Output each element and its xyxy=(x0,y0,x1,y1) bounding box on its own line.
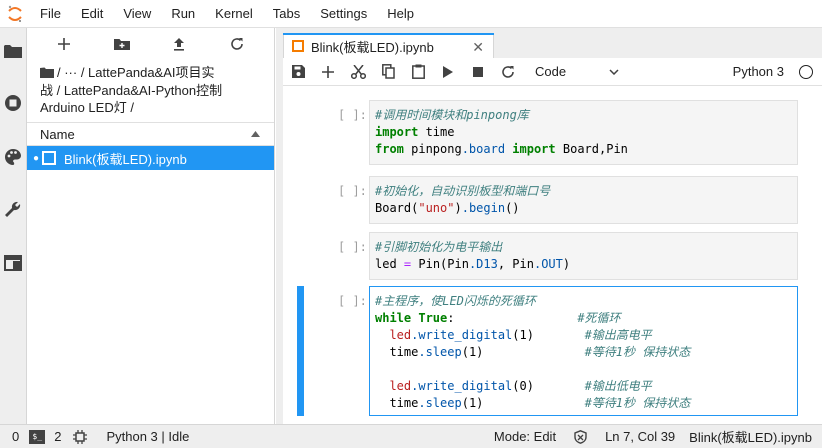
cell-prompt: [ ]: xyxy=(338,240,367,254)
breadcrumb-line-3[interactable]: Arduino LED灯 / xyxy=(40,99,261,116)
folder-icon[interactable] xyxy=(2,40,24,62)
breadcrumb: / ··· / LattePanda&AI项目实 战 / LattePanda&… xyxy=(27,60,274,122)
play-icon xyxy=(443,65,453,78)
copy-button[interactable] xyxy=(373,58,403,86)
menu-run[interactable]: Run xyxy=(161,0,205,28)
kernel-name-button[interactable]: Python 3 xyxy=(733,64,784,79)
copy-icon xyxy=(381,64,395,79)
cell-editor[interactable]: #初始化，自动识别板型和端口号 Board("uno").begin() xyxy=(369,176,798,224)
breadcrumb-line-2[interactable]: 战 / LattePanda&AI-Python控制 xyxy=(40,82,261,99)
notebook-icon xyxy=(292,40,304,52)
file-browser-toolbar xyxy=(27,28,274,60)
new-folder-icon xyxy=(113,38,130,50)
close-icon[interactable]: ✕ xyxy=(472,39,484,56)
kernel-idle-icon xyxy=(799,65,813,79)
palette-icon[interactable] xyxy=(2,146,24,168)
folder-home-icon[interactable] xyxy=(40,65,54,82)
tabs-icon[interactable] xyxy=(2,252,24,274)
cell-editor[interactable]: #调用时间模块和pinpong库 import time from pinpon… xyxy=(369,100,798,165)
menu-file[interactable]: File xyxy=(30,0,71,28)
menu-kernel[interactable]: Kernel xyxy=(205,0,263,28)
stop-icon xyxy=(473,66,483,77)
kernel-count[interactable]: 0 xyxy=(12,429,19,444)
sort-ascending-icon xyxy=(251,131,260,137)
cell-prompt: [ ]: xyxy=(338,294,367,308)
file-name: Blink(板载LED).ipynb xyxy=(64,151,187,167)
notebook-panel[interactable]: [ ]: #调用时间模块和pinpong库 import time from p… xyxy=(283,86,822,424)
tab-blink-notebook[interactable]: Blink(板载LED).ipynb ✕ xyxy=(283,33,494,58)
menu-help[interactable]: Help xyxy=(377,0,424,28)
cut-button[interactable] xyxy=(343,58,373,86)
menu-tabs[interactable]: Tabs xyxy=(263,0,310,28)
restart-kernel-button[interactable] xyxy=(493,58,523,86)
cpu-chip-icon[interactable] xyxy=(73,429,88,444)
upload-button[interactable] xyxy=(167,32,191,56)
save-icon xyxy=(291,65,305,78)
activity-bar xyxy=(0,28,27,424)
wrench-icon[interactable] xyxy=(2,198,24,220)
cell-editor[interactable]: #引脚初始化为电平输出 led = Pin(Pin.D13, Pin.OUT) xyxy=(369,232,798,280)
chevron-down-icon xyxy=(609,68,619,75)
cell-type-select[interactable]: Code xyxy=(535,64,619,79)
refresh-button[interactable] xyxy=(225,32,249,56)
insert-cell-button[interactable] xyxy=(313,58,343,86)
active-cell-indicator xyxy=(297,286,304,416)
terminal-icon[interactable]: $_ xyxy=(29,429,46,444)
save-button[interactable] xyxy=(283,58,313,86)
plus-icon xyxy=(322,65,334,78)
cell-prompt: [ ]: xyxy=(338,184,367,198)
cell-prompt: [ ]: xyxy=(338,108,367,122)
cursor-position[interactable]: Ln 7, Col 39 xyxy=(605,429,675,444)
notebook-toolbar: Code Python 3 xyxy=(283,58,822,86)
interrupt-button[interactable] xyxy=(463,58,493,86)
paste-button[interactable] xyxy=(403,58,433,86)
status-bar: 0 $_ 2 Python 3 | Idle Mode: Edit Ln 7, … xyxy=(0,424,822,448)
cell-type-value: Code xyxy=(535,64,567,79)
menu-bar: File Edit View Run Kernel Tabs Settings … xyxy=(0,0,822,28)
tab-title: Blink(板载LED).ipynb xyxy=(311,39,434,55)
kernel-status-text[interactable]: Python 3 | Idle xyxy=(106,429,189,444)
refresh-icon xyxy=(231,38,243,50)
trusted-shield-icon[interactable] xyxy=(574,429,587,444)
menu-edit[interactable]: Edit xyxy=(71,0,113,28)
new-folder-button[interactable] xyxy=(110,32,134,56)
running-indicator-icon: ● xyxy=(33,152,40,164)
paste-icon xyxy=(411,64,425,79)
column-name-label[interactable]: Name xyxy=(40,127,75,142)
editor-mode: Mode: Edit xyxy=(493,429,557,444)
upload-icon xyxy=(174,38,185,51)
document-tab-bar: Blink(板载LED).ipynb ✕ xyxy=(276,28,822,58)
new-launcher-button[interactable] xyxy=(52,32,76,56)
menu-settings[interactable]: Settings xyxy=(310,0,377,28)
breadcrumb-line-1[interactable]: / ··· / LattePanda&AI项目实 xyxy=(57,65,215,80)
file-list-item[interactable]: ● Blink(板载LED).ipynb xyxy=(27,146,274,170)
jupyter-logo-icon xyxy=(0,0,30,28)
run-button[interactable] xyxy=(433,58,463,86)
refresh-icon xyxy=(502,65,514,78)
scissors-icon xyxy=(350,64,366,79)
cell-editor[interactable]: #主程序，使LED闪烁的死循环 while True: #死循环 led.wri… xyxy=(369,286,798,416)
running-sessions-icon[interactable] xyxy=(2,92,24,114)
plus-icon xyxy=(57,38,70,50)
main-area: Blink(板载LED).ipynb ✕ Code Python 3 []: … xyxy=(276,28,822,424)
notebook-icon xyxy=(42,151,56,165)
menu-view[interactable]: View xyxy=(113,0,161,28)
terminal-count[interactable]: 2 xyxy=(54,429,61,444)
file-list-header[interactable]: Name xyxy=(27,122,274,146)
file-browser: / ··· / LattePanda&AI项目实 战 / LattePanda&… xyxy=(27,28,275,424)
current-file-name: Blink(板载LED).ipynb xyxy=(689,430,812,445)
